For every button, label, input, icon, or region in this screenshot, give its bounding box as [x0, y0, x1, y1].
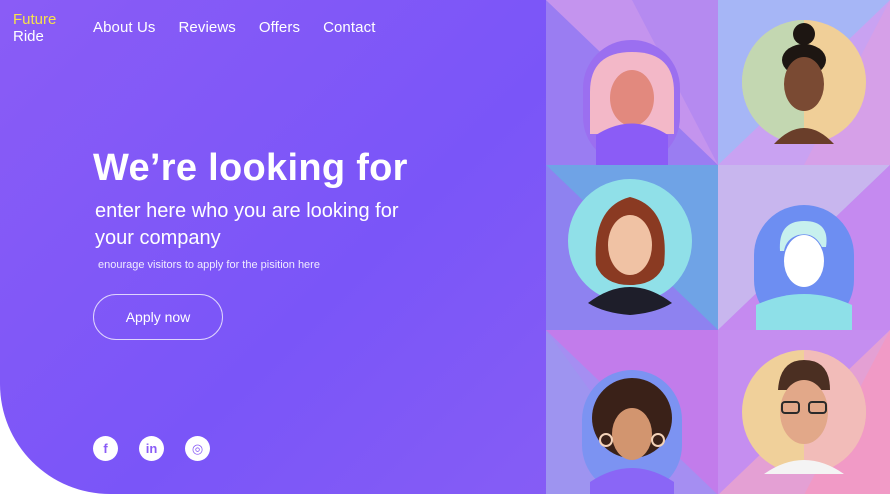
hero-subheadline: enter here who you are looking for your …: [95, 200, 399, 249]
hero-headline: We’re looking for: [93, 147, 408, 189]
team-tile-3: [546, 165, 718, 330]
nav-link-offers[interactable]: Offers: [259, 19, 300, 36]
facebook-icon[interactable]: f: [93, 436, 118, 461]
team-tile-5: [546, 330, 718, 494]
team-tile-2: [718, 0, 890, 165]
facebook-glyph: f: [103, 441, 108, 456]
team-tile-4: [718, 165, 890, 330]
team-tile-6: [718, 330, 890, 494]
instagram-icon[interactable]: ◎: [185, 436, 210, 461]
brand-line-2: Ride: [13, 28, 44, 45]
avatar-placeholder-icon: [590, 52, 674, 165]
brand-logo[interactable]: Future Ride: [13, 11, 56, 45]
nav-link-contact[interactable]: Contact: [323, 19, 375, 36]
hero-section: Future Ride About Us Reviews Offers Cont…: [0, 0, 890, 494]
avatar-placeholder-icon: [590, 378, 674, 494]
social-links: f in ◎: [93, 436, 210, 461]
instagram-glyph: ◎: [191, 440, 204, 456]
nav-link-about-us[interactable]: About Us: [93, 19, 156, 36]
nav-link-reviews[interactable]: Reviews: [179, 19, 236, 36]
hero-tagline: enourage visitors to apply for the pisit…: [98, 259, 320, 271]
team-tile-1: [546, 0, 718, 165]
linkedin-glyph: in: [145, 441, 158, 456]
team-grid: [546, 0, 890, 494]
main-nav: About Us Reviews Offers Contact: [93, 19, 375, 36]
linkedin-icon[interactable]: in: [139, 436, 164, 461]
apply-now-button[interactable]: Apply now: [93, 294, 223, 340]
brand-line-1: Future: [13, 11, 57, 28]
